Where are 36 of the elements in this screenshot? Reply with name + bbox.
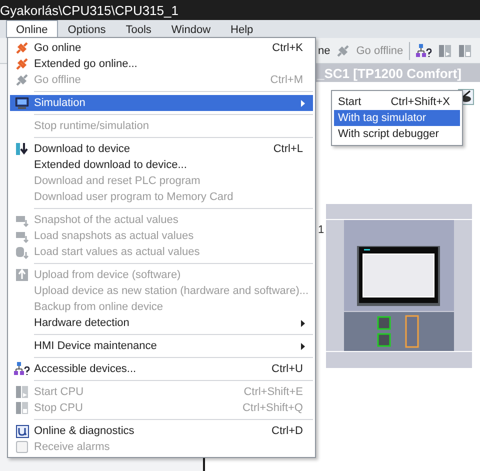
menu-item[interactable]: Extended download to device... <box>10 157 313 173</box>
network-icon <box>416 44 432 58</box>
menu-item[interactable]: Start Ctrl+Shift+X <box>334 94 460 110</box>
plug-icon <box>336 44 350 58</box>
menu-item[interactable]: Simulation <box>10 95 313 111</box>
plug-icon <box>15 41 29 55</box>
camera-icon <box>15 229 29 243</box>
database-icon <box>15 245 29 259</box>
diagnostics-icon <box>16 424 28 438</box>
camera-icon <box>15 213 29 227</box>
cpu-start-icon <box>15 385 29 399</box>
upload-icon <box>15 268 29 282</box>
menu-bar-item[interactable]: Window <box>161 20 221 38</box>
cpu-stop-icon <box>15 401 29 415</box>
plug-icon <box>15 73 29 87</box>
menu-item[interactable]: Online & diagnostics Ctrl+D <box>10 423 313 439</box>
menu-item[interactable]: Hardware detection <box>10 315 313 331</box>
menu-bar-item[interactable]: Tools <box>116 20 162 38</box>
cpu-stop-icon <box>458 44 472 58</box>
menu-bar-item[interactable]: Options <box>58 20 116 38</box>
device-label: 1 <box>317 224 326 236</box>
download-icon <box>15 142 29 156</box>
menu-item[interactable]: Download to device Ctrl+L <box>10 141 313 157</box>
menu-item[interactable]: Go online Ctrl+K <box>10 40 313 56</box>
monitor-icon <box>15 96 29 110</box>
menu-item[interactable]: With script debugger <box>334 126 460 142</box>
menu-item[interactable]: Accessible devices... Ctrl+U <box>10 361 313 377</box>
menu-bar-item[interactable]: Help <box>220 20 264 38</box>
menu-item[interactable]: HMI Device maintenance <box>10 338 313 354</box>
toolbar-button[interactable]: ne <box>318 44 330 56</box>
window-title: Gyakorlás\CPU315\CPU315_1 <box>0 0 480 20</box>
plug-icon <box>15 57 29 71</box>
menu-item[interactable]: With tag simulator <box>334 110 460 126</box>
menu-bar-item[interactable]: Online <box>6 20 58 38</box>
network-icon <box>14 362 30 376</box>
cpu-start-icon <box>438 44 452 58</box>
